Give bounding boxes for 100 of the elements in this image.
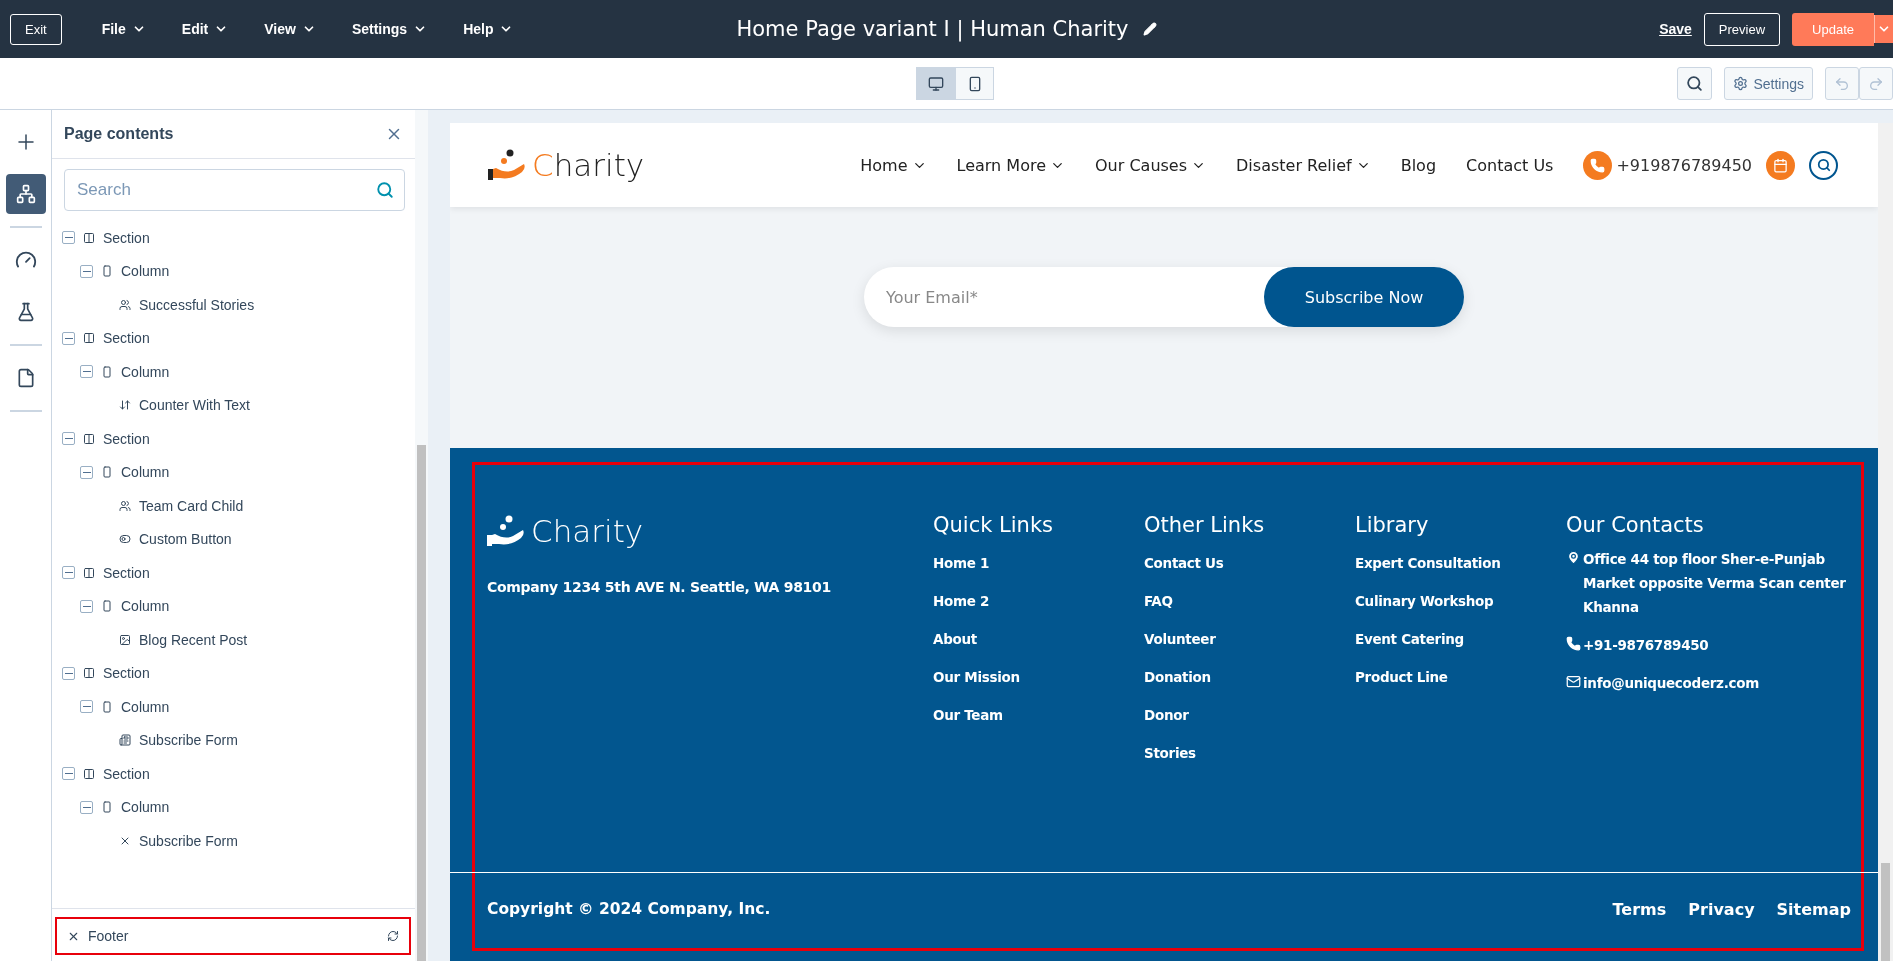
section-icon (83, 332, 95, 345)
footer-link[interactable]: Volunteer (1144, 631, 1355, 647)
collapse-toggle[interactable] (80, 264, 93, 278)
column-heading: Quick Links (933, 513, 1054, 537)
phone-icon (1566, 636, 1581, 651)
tree-item[interactable]: Successful Stories (139, 296, 255, 313)
desktop-view-button[interactable] (916, 67, 955, 100)
footer-link[interactable]: Stories (1144, 745, 1355, 761)
menu-button[interactable]: Help (445, 21, 532, 37)
tree-item[interactable]: Section (103, 765, 150, 782)
collapse-toggle[interactable] (80, 465, 93, 479)
undo-icon (1834, 75, 1850, 92)
sync-icon[interactable] (387, 930, 399, 942)
exit-button[interactable]: Exit (10, 13, 62, 45)
tree-item[interactable]: Section (103, 665, 150, 682)
tree-item[interactable]: Section (103, 330, 150, 347)
nav-link[interactable]: Learn More (956, 155, 1065, 175)
section-icon (83, 767, 95, 780)
collapse-toggle[interactable] (62, 331, 75, 345)
calendar-icon[interactable] (1766, 150, 1795, 180)
footer-link[interactable]: Event Catering (1355, 631, 1566, 647)
tree-item[interactable]: Section (103, 229, 150, 246)
footer-link[interactable]: Privacy (1688, 899, 1755, 919)
tree-item[interactable]: Column (121, 598, 170, 615)
tree-view-button[interactable] (5, 174, 46, 214)
menu-button[interactable]: Edit (163, 21, 247, 37)
tree-item[interactable]: Subscribe Form (139, 732, 238, 749)
footer-link[interactable]: FAQ (1144, 593, 1355, 609)
footer-link[interactable]: Our Team (933, 707, 1144, 723)
nav-link[interactable]: Contact Us (1466, 155, 1554, 175)
column-icon (101, 466, 113, 479)
collapse-toggle[interactable] (62, 566, 75, 580)
footer-link[interactable]: Home 1 (933, 555, 1144, 571)
subscribe-button[interactable]: Subscribe Now (1264, 267, 1464, 327)
phone-number: +919876789450 (1616, 155, 1752, 175)
tree-item[interactable]: Column (121, 698, 170, 715)
menu-button[interactable]: File (83, 21, 164, 37)
tree-item[interactable]: Team Card Child (139, 497, 244, 514)
email-field[interactable]: Your Email* Subscribe Now (864, 267, 1464, 327)
nav-link[interactable]: Home (860, 155, 927, 175)
sort-icon (119, 399, 131, 412)
collapse-toggle[interactable] (80, 700, 93, 714)
menu-button[interactable]: View (246, 21, 334, 37)
footer-link[interactable]: Donor (1144, 707, 1355, 723)
save-link[interactable]: Save (1659, 21, 1692, 37)
footer-link[interactable]: Expert Consultation (1355, 555, 1566, 571)
section-icon (83, 231, 95, 244)
section-icon (83, 432, 95, 445)
email-input[interactable]: Your Email* (884, 286, 1264, 308)
footer-link[interactable]: About (933, 631, 1144, 647)
section-icon (83, 566, 95, 579)
collapse-toggle[interactable] (62, 666, 75, 680)
nav-link[interactable]: Disaster Relief (1236, 155, 1371, 175)
footer-link[interactable]: Terms (1612, 899, 1667, 919)
collapse-toggle[interactable] (80, 800, 93, 814)
nav-link[interactable]: Blog (1400, 155, 1437, 175)
footer-link[interactable]: Our Mission (933, 669, 1144, 685)
footer-link[interactable]: Home 2 (933, 593, 1144, 609)
search-input[interactable]: Search (75, 179, 376, 201)
collapse-toggle[interactable] (62, 432, 75, 446)
nav-link[interactable]: Our Causes (1095, 155, 1207, 175)
logo-icon (488, 148, 528, 182)
collapse-toggle[interactable] (62, 767, 75, 781)
footer-item[interactable]: Footer (55, 917, 411, 955)
tree-item[interactable]: Custom Button (139, 531, 232, 548)
contact-text: Office 44 top floor Sher-e-Punjab Market opposite Verma Scan center Khanna (1583, 550, 1847, 617)
collapse-toggle[interactable] (62, 231, 75, 245)
tree-item[interactable]: Column (121, 263, 170, 280)
scrollbar-thumb[interactable] (417, 445, 426, 961)
collapse-toggle[interactable] (80, 599, 93, 613)
column-icon (101, 700, 113, 713)
footer-link[interactable]: Contact Us (1144, 555, 1355, 571)
collapse-toggle[interactable] (80, 365, 93, 379)
menu-button[interactable]: Settings (333, 21, 446, 37)
tree-item[interactable]: Section (103, 430, 150, 447)
edit-icon[interactable] (1142, 22, 1157, 36)
settings-button[interactable]: Settings (1724, 67, 1813, 100)
scrollbar-thumb[interactable] (1881, 863, 1890, 961)
search-field[interactable]: Search (64, 169, 405, 211)
preview-button[interactable]: Preview (1703, 12, 1781, 46)
address-text: Company 1234 5th AVE N. Seattle, WA 98101 (487, 579, 832, 595)
tree-item[interactable]: Counter With Text (139, 397, 250, 414)
footer-link[interactable]: Sitemap (1776, 899, 1851, 919)
search-icon[interactable] (376, 181, 394, 199)
footer-link[interactable]: Culinary Workshop (1355, 593, 1566, 609)
tree-item[interactable]: Section (103, 564, 150, 581)
footer-link[interactable]: Donation (1144, 669, 1355, 685)
phone-icon (1583, 150, 1613, 180)
copyright-text: Copyright © 2024 Company, Inc. (487, 900, 771, 918)
tree-item[interactable]: Column (121, 799, 170, 816)
tree-item[interactable]: Subscribe Form (139, 832, 238, 849)
footer-link[interactable]: Product Line (1355, 669, 1566, 685)
tree-item[interactable]: Column (121, 363, 170, 380)
mobile-view-button[interactable] (955, 67, 994, 100)
tree-item[interactable]: Column (121, 464, 170, 481)
tree-item[interactable]: Blog Recent Post (139, 631, 248, 648)
monitor-icon (927, 75, 944, 92)
settings-icon (1733, 76, 1749, 91)
toggle-icon (119, 533, 131, 546)
search-button[interactable] (1809, 150, 1838, 180)
